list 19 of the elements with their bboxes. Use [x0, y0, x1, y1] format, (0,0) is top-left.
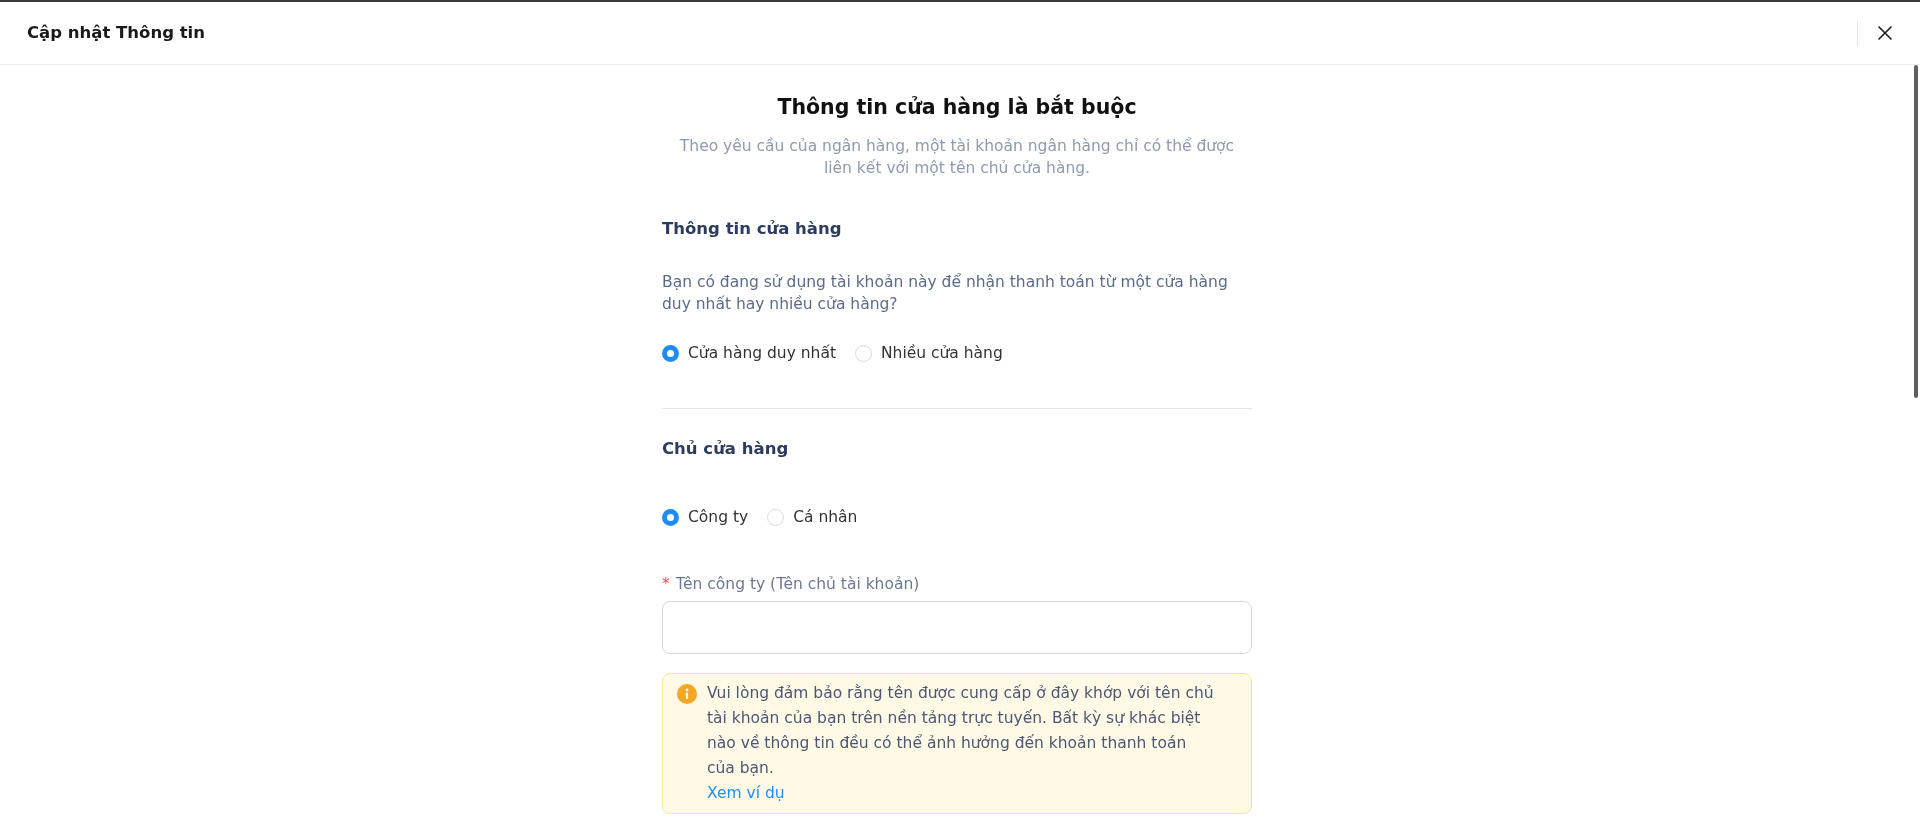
radio-label[interactable]: Công ty — [688, 505, 749, 529]
field-label: Tên công ty (Tên chủ tài khoản) — [675, 575, 920, 593]
radio-button[interactable] — [662, 508, 679, 526]
section-title: Thông tin cửa hàng — [662, 218, 843, 240]
close-icon — [1877, 25, 1893, 41]
radio-label[interactable]: Cửa hàng duy nhất — [688, 341, 836, 365]
input-field[interactable] — [662, 601, 1252, 654]
required-mark: * — [662, 575, 670, 593]
info-icon — [677, 684, 697, 704]
radio-button[interactable] — [662, 344, 679, 362]
form-heading: Thông tin cửa hàng là bắt buộc — [776, 93, 1138, 121]
scrollbar-thumb[interactable] — [1914, 65, 1918, 398]
section-title: Chủ cửa hàng — [662, 438, 790, 460]
notice-text: Vui lòng đảm bảo rằng tên được cung cấp ở đây khớp với tên chủ tài khoản của bạn trên nền tảng trực tuyến. Bất kỳ sự khác biệt nào về thông tin đều có thể ảnh hưởng đến khoản thanh toán của bạn. — [707, 683, 1215, 779]
radio-label[interactable]: Cá nhân — [793, 505, 858, 529]
radio-label[interactable]: Nhiều cửa hàng — [881, 341, 1003, 365]
dialog-title: Cập nhật Thông tin — [27, 23, 205, 43]
form-subtitle: Theo yêu cầu của ngân hàng, một tài khoản ngân hàng chỉ có thể được liên kết với một tên chủ cửa hàng. — [678, 136, 1236, 179]
question-text: Bạn có đang sử dụng tài khoản này để nhận thanh toán từ một cửa hàng duy nhất hay nhiều cửa hàng? — [662, 272, 1229, 315]
